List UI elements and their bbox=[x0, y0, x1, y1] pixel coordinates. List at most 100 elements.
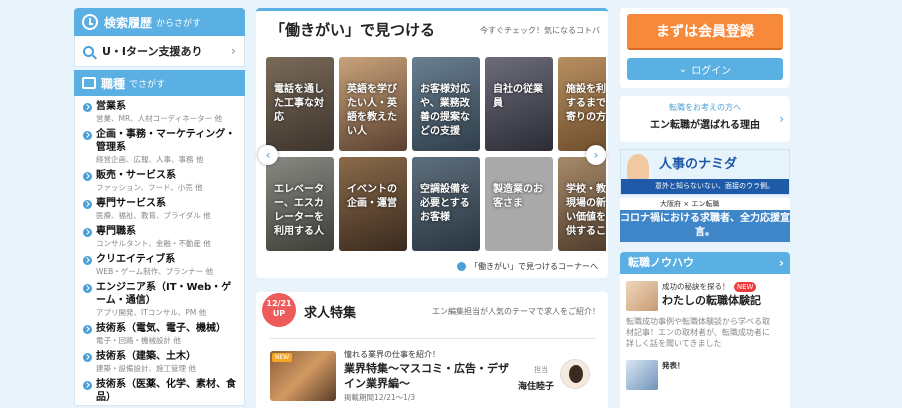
history-title: 検索履歴 bbox=[104, 15, 153, 30]
work-corner-link[interactable]: 「働きがい」で見つけるコーナーへ bbox=[457, 261, 598, 272]
category-item-title: 販売・サービス系 bbox=[96, 170, 176, 181]
category-item[interactable]: 技術系（建築、土木） 建築・設備設計、施工管理 他 bbox=[83, 350, 238, 374]
job-feature-panel: 求人特集 エン編集担当が人気のテーマで求人をご紹介！ NEW 憧れる業界の仕事を… bbox=[256, 292, 608, 408]
tile-label: お客様対応や、業務改善の提案などの支援 bbox=[420, 84, 470, 137]
tile[interactable]: 電話を通した工事な対応 bbox=[266, 57, 334, 151]
work-title: 「働きがい」で見つける bbox=[270, 21, 436, 39]
category-item[interactable]: 技術系（電気、電子、機械） 電子・回路・機械設計 他 bbox=[83, 322, 238, 346]
tile[interactable]: 空調設備を必要とするお客様 bbox=[412, 157, 480, 251]
banner-osaka[interactable]: 大阪府 × エン転職 コロナ禍における求職者、全力応援宣言。 bbox=[620, 198, 790, 242]
banner-osaka-top: 大阪府 × エン転職 bbox=[620, 198, 790, 210]
chevron-right-icon: › bbox=[593, 148, 599, 162]
reason-title: エン転職が選ばれる理由 bbox=[650, 120, 760, 131]
knowhow-item[interactable]: 発表！ bbox=[620, 350, 790, 390]
tile[interactable]: 施設を利用するまで年寄りの方 bbox=[558, 57, 606, 151]
knowhow-lead-text: 成功の秘訣を探る！ bbox=[662, 282, 730, 291]
reason-link[interactable]: 転職をお考えの方へ エン転職が選ばれる理由 › bbox=[620, 96, 790, 142]
category-item[interactable]: 営業系 営業、MR、人材コーディネーター 他 bbox=[83, 100, 238, 124]
arrow-bullet-icon bbox=[83, 131, 92, 140]
arrow-bullet-icon bbox=[83, 325, 92, 334]
category-item-title: 技術系（建築、土木） bbox=[96, 351, 196, 362]
work-sub: 今すぐチェック！気になるコトバ bbox=[480, 26, 600, 35]
category-item[interactable]: 企画・事務・マーケティング・管理系 経営企画、広報、人事、事務 他 bbox=[83, 128, 238, 165]
new-tag: NEW bbox=[272, 353, 293, 362]
category-item-sub: 経営企画、広報、人事、事務 他 bbox=[96, 155, 204, 164]
tile-label: 自社の従業員 bbox=[493, 84, 543, 109]
category-item-sub: 医療、福祉、教育、ブライダル 他 bbox=[96, 211, 211, 220]
tile-label: イベントの企画・運営 bbox=[347, 184, 397, 209]
category-item[interactable]: 販売・サービス系ファッション、フード、小売 他 bbox=[83, 169, 238, 193]
chevron-down-icon: ⌄ bbox=[678, 63, 688, 75]
knowhow-lead-text: 発表！ bbox=[662, 361, 685, 370]
arrow-bullet-icon bbox=[83, 353, 92, 362]
knowhow-header[interactable]: 転職ノウハウ › bbox=[620, 252, 790, 274]
job-feature-headline: 業界特集〜マスコミ・広告・デザイン業界編〜 bbox=[344, 362, 509, 390]
knowhow-lead: 成功の秘訣を探る！ NEW bbox=[662, 281, 757, 292]
left-sidebar: 検索履歴 からさがす U・Iターン支援あり › 職種 でさがす 営業系 営業、MR… bbox=[74, 8, 245, 408]
banner-jinji[interactable]: 人事のナミダ 意外と知らないない、面接のウラ側。 bbox=[620, 149, 790, 195]
category-item[interactable]: 専門職系 コンサルタント、金融・不動産 他 bbox=[83, 225, 238, 249]
work-corner-link-label: 「働きがい」で見つけるコーナーへ bbox=[470, 262, 598, 271]
avatar bbox=[560, 359, 590, 389]
knowhow-thumbnail bbox=[626, 281, 658, 311]
account-box: まずは会員登録 ⌄ ログイン bbox=[620, 8, 790, 88]
tile[interactable]: 英語を学びたい人・英語を教えたい人 bbox=[339, 57, 407, 151]
tile[interactable]: 自社の従業員 bbox=[485, 57, 553, 151]
search-icon bbox=[83, 45, 94, 57]
arrow-bullet-icon bbox=[83, 172, 92, 181]
category-item-title: 専門職系 bbox=[96, 226, 136, 237]
category-item-title: 営業系 bbox=[96, 101, 126, 112]
carousel-next-button[interactable]: › bbox=[586, 145, 606, 165]
tile-label: 空調設備を必要とするお客様 bbox=[420, 184, 470, 223]
tile[interactable]: イベントの企画・運営 bbox=[339, 157, 407, 251]
job-feature-card[interactable]: NEW 憧れる業界の仕事を紹介！ 業界特集〜マスコミ・広告・デザイン業界編〜 掲… bbox=[270, 338, 596, 408]
job-feature-thumbnail: NEW bbox=[270, 351, 336, 401]
category-item-title: クリエイティブ系 bbox=[96, 254, 176, 265]
category-list: 営業系 営業、MR、人材コーディネーター 他 企画・事務・マーケティング・管理系経… bbox=[74, 96, 245, 406]
tile[interactable]: エレベーター、エスカレーターを利用する人 bbox=[266, 157, 334, 251]
work-panel: 「働きがい」で見つける 今すぐチェック！気になるコトバ 電話を通した工事な対応 … bbox=[256, 8, 608, 278]
banner-jinji-title: 人事のナミダ bbox=[659, 157, 738, 172]
history-clock-icon bbox=[82, 14, 98, 30]
tile[interactable]: 製造業のお客さま bbox=[485, 157, 553, 251]
tile-label: 学校・教育現場の新しい価値を提供すること bbox=[566, 184, 606, 237]
category-item-sub: WEB・ゲーム制作、プランナー 他 bbox=[96, 267, 213, 276]
knowhow-title: 転職ノウハウ bbox=[628, 256, 694, 269]
register-button[interactable]: まずは会員登録 bbox=[627, 14, 783, 50]
category-item[interactable]: エンジニア系（IT・Web・ゲーム・通信） アプリ開発、ITコンサル、PM 他 bbox=[83, 281, 238, 318]
tile-label: 施設を利用するまで年寄りの方 bbox=[566, 84, 606, 123]
tile-label: 製造業のお客さま bbox=[493, 184, 543, 209]
tile-label: 電話を通した工事な対応 bbox=[274, 84, 324, 123]
arrow-bullet-icon bbox=[83, 284, 92, 293]
tile[interactable]: お客様対応や、業務改善の提案などの支援 bbox=[412, 57, 480, 151]
arrow-bullet-icon bbox=[83, 228, 92, 237]
badge-date: 12/21 bbox=[266, 299, 292, 308]
category-item-sub: アプリ開発、ITコンサル、PM 他 bbox=[96, 308, 207, 317]
category-item[interactable]: クリエイティブ系 WEB・ゲーム制作、プランナー 他 bbox=[83, 253, 238, 277]
category-item[interactable]: 技術系（医薬、化学、素材、食品） bbox=[83, 378, 238, 404]
category-item-sub: 建築・設備設計、施工管理 他 bbox=[96, 364, 196, 373]
arrow-circle-icon bbox=[457, 262, 466, 271]
carousel-prev-button[interactable]: ‹ bbox=[258, 145, 278, 165]
category-item-title: エンジニア系（IT・Web・ゲーム・通信） bbox=[96, 282, 232, 306]
banner-jinji-bar: 意外と知らないない、面接のウラ側。 bbox=[621, 179, 789, 194]
knowhow-item-desc: 転職成功事例や転職体験談から学べる取材記事！エンの取材者が、転職成功者に詳しく話… bbox=[626, 317, 770, 348]
job-feature-sub: エン編集担当が人気のテーマで求人をご紹介！ bbox=[432, 307, 600, 316]
new-badge: NEW bbox=[733, 282, 757, 292]
chevron-right-icon: › bbox=[231, 44, 236, 58]
category-item-title: 専門サービス系 bbox=[96, 198, 166, 209]
briefcase-icon bbox=[82, 77, 96, 89]
tile[interactable]: 学校・教育現場の新しい価値を提供すること bbox=[558, 157, 606, 251]
banner-osaka-main: コロナ禍における求職者、全力応援宣言。 bbox=[620, 213, 790, 238]
chevron-right-icon: › bbox=[779, 112, 784, 126]
history-search-item[interactable]: U・Iターン支援あり › bbox=[74, 36, 245, 67]
category-item[interactable]: 専門サービス系医療、福祉、教育、ブライダル 他 bbox=[83, 197, 238, 221]
job-feature-period: 掲載期間12/21〜1/3 bbox=[344, 393, 416, 402]
arrow-bullet-icon bbox=[83, 103, 92, 112]
category-item-sub: ファッション、フード、小売 他 bbox=[96, 183, 203, 192]
category-sub: でさがす bbox=[129, 79, 166, 90]
knowhow-item[interactable]: 成功の秘訣を探る！ NEW わたしの転職体験記 転職成功事例や転職体験談から学べ… bbox=[620, 274, 790, 350]
login-button[interactable]: ⌄ ログイン bbox=[627, 58, 783, 80]
right-column: まずは会員登録 ⌄ ログイン 転職をお考えの方へ エン転職が選ばれる理由 › 人… bbox=[620, 8, 790, 408]
knowhow-box: 転職ノウハウ › 成功の秘訣を探る！ NEW わたしの転職体験記 転職成功事例や… bbox=[620, 252, 790, 408]
